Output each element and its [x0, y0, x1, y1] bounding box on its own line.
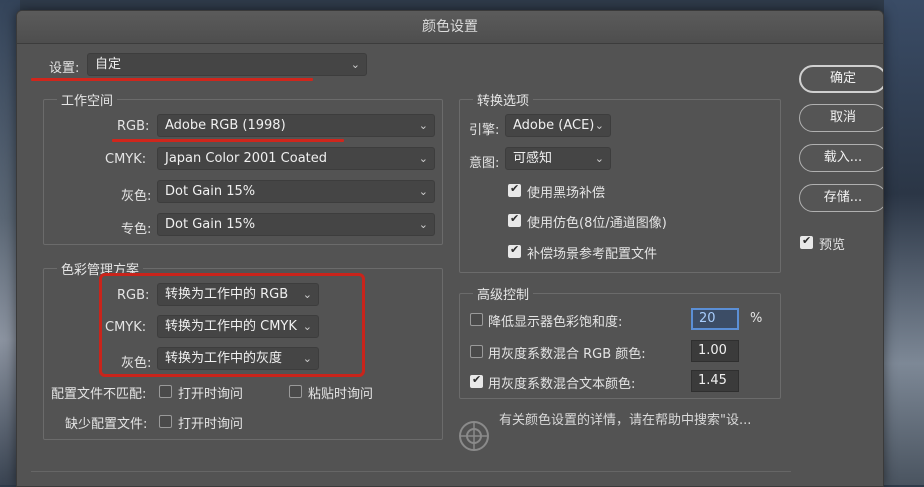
conversion-options-title: 转换选项: [473, 90, 534, 109]
cm-gray-select[interactable]: 转换为工作中的灰度 ⌄: [157, 347, 319, 370]
intent-value: 可感知: [513, 151, 553, 166]
cm-rgb-label: RGB:: [117, 288, 150, 303]
mismatch-label: 配置文件不匹配:: [51, 387, 147, 402]
ws-spot-select[interactable]: Dot Gain 15% ⌄: [157, 213, 435, 236]
ws-gray-label: 灰色:: [121, 189, 152, 204]
black-point-checkbox[interactable]: [508, 182, 521, 197]
engine-select[interactable]: Adobe (ACE) ⌄: [505, 114, 611, 137]
chevron-down-icon: ⌄: [302, 288, 312, 301]
ws-cmyk-value: Japan Color 2001 Coated: [165, 151, 328, 166]
black-point-label: 使用黑场补偿: [527, 186, 606, 201]
chevron-down-icon: ⌄: [418, 218, 428, 231]
chevron-down-icon: ⌄: [594, 119, 604, 132]
intent-label: 意图:: [469, 156, 500, 171]
missing-label: 缺少配置文件:: [65, 417, 148, 432]
chevron-down-icon: ⌄: [418, 152, 428, 165]
color-settings-dialog: 颜色设置 设置: 自定 ⌄ 工作空间 RGB: Adobe RGB (1998)…: [16, 10, 884, 487]
advanced-controls-title: 高级控制: [473, 284, 534, 303]
ws-rgb-label: RGB:: [117, 119, 150, 134]
desktop-background-right: [884, 0, 924, 485]
desaturate-input[interactable]: 20: [691, 308, 739, 330]
cm-gray-value: 转换为工作中的灰度: [165, 351, 283, 366]
blend-text-checkbox[interactable]: [470, 373, 483, 388]
mismatch-paste-checkbox[interactable]: [289, 385, 302, 398]
settings-label: 设置:: [49, 61, 80, 76]
blend-rgb-checkbox[interactable]: [470, 345, 483, 358]
save-button[interactable]: 存储...: [799, 184, 883, 212]
desaturate-unit: %: [750, 311, 763, 326]
bottom-divider: [31, 471, 791, 472]
working-spaces-title: 工作空间: [57, 90, 118, 109]
scene-referred-label: 补偿场景参考配置文件: [527, 247, 658, 262]
blend-rgb-label: 用灰度系数混合 RGB 颜色:: [488, 347, 646, 362]
chevron-down-icon: ⌄: [418, 185, 428, 198]
ws-rgb-select[interactable]: Adobe RGB (1998) ⌄: [157, 114, 435, 137]
cm-cmyk-select[interactable]: 转换为工作中的 CMYK ⌄: [157, 315, 319, 338]
blend-text-label: 用灰度系数混合文本颜色:: [488, 377, 636, 392]
preview-label: 预览: [819, 238, 846, 253]
ws-cmyk-select[interactable]: Japan Color 2001 Coated ⌄: [157, 147, 435, 170]
ws-spot-value: Dot Gain 15%: [165, 217, 256, 232]
engine-label: 引擎:: [469, 123, 500, 138]
cancel-button[interactable]: 取消: [799, 104, 883, 132]
cm-gray-label: 灰色:: [121, 356, 152, 371]
preview-checkbox[interactable]: [800, 234, 813, 249]
load-button[interactable]: 载入...: [799, 144, 883, 172]
chevron-down-icon: ⌄: [302, 320, 312, 333]
mismatch-paste-label: 粘贴时询问: [308, 387, 374, 402]
settings-value: 自定: [95, 57, 122, 72]
chevron-down-icon: ⌄: [350, 58, 360, 71]
ws-cmyk-label: CMYK:: [105, 152, 147, 167]
chevron-down-icon: ⌄: [594, 152, 604, 165]
red-underline-settings: [31, 78, 313, 81]
red-underline-rgb: [112, 139, 344, 142]
cm-cmyk-label: CMYK:: [105, 320, 147, 335]
dither-label: 使用仿色(8位/通道图像): [527, 216, 667, 231]
desaturate-label: 降低显示器色彩饱和度:: [488, 315, 623, 330]
ws-rgb-value: Adobe RGB (1998): [165, 118, 286, 133]
desaturate-checkbox[interactable]: [470, 313, 483, 326]
missing-open-checkbox[interactable]: [159, 415, 172, 428]
ws-gray-value: Dot Gain 15%: [165, 184, 256, 199]
dialog-title: 颜色设置: [17, 11, 883, 44]
color-wheel-icon: [459, 421, 489, 451]
cm-rgb-select[interactable]: 转换为工作中的 RGB ⌄: [157, 283, 319, 306]
chevron-down-icon: ⌄: [302, 352, 312, 365]
info-text: 有关颜色设置的详情，请在帮助中搜索"设...: [499, 413, 752, 428]
blend-text-input[interactable]: 1.45: [691, 370, 739, 392]
settings-select[interactable]: 自定 ⌄: [87, 53, 367, 76]
mismatch-open-checkbox[interactable]: [159, 385, 172, 398]
intent-select[interactable]: 可感知 ⌄: [505, 147, 611, 170]
engine-value: Adobe (ACE): [513, 118, 595, 133]
cm-rgb-value: 转换为工作中的 RGB: [165, 287, 289, 302]
cm-cmyk-value: 转换为工作中的 CMYK: [165, 319, 297, 334]
chevron-down-icon: ⌄: [418, 119, 428, 132]
ok-button[interactable]: 确定: [799, 65, 883, 93]
ws-gray-select[interactable]: Dot Gain 15% ⌄: [157, 180, 435, 203]
blend-rgb-input[interactable]: 1.00: [691, 340, 739, 362]
scene-referred-checkbox[interactable]: [508, 243, 521, 258]
ws-spot-label: 专色:: [121, 222, 152, 237]
mismatch-open-label: 打开时询问: [178, 387, 244, 402]
missing-open-label: 打开时询问: [178, 417, 244, 432]
dither-checkbox[interactable]: [508, 212, 521, 227]
